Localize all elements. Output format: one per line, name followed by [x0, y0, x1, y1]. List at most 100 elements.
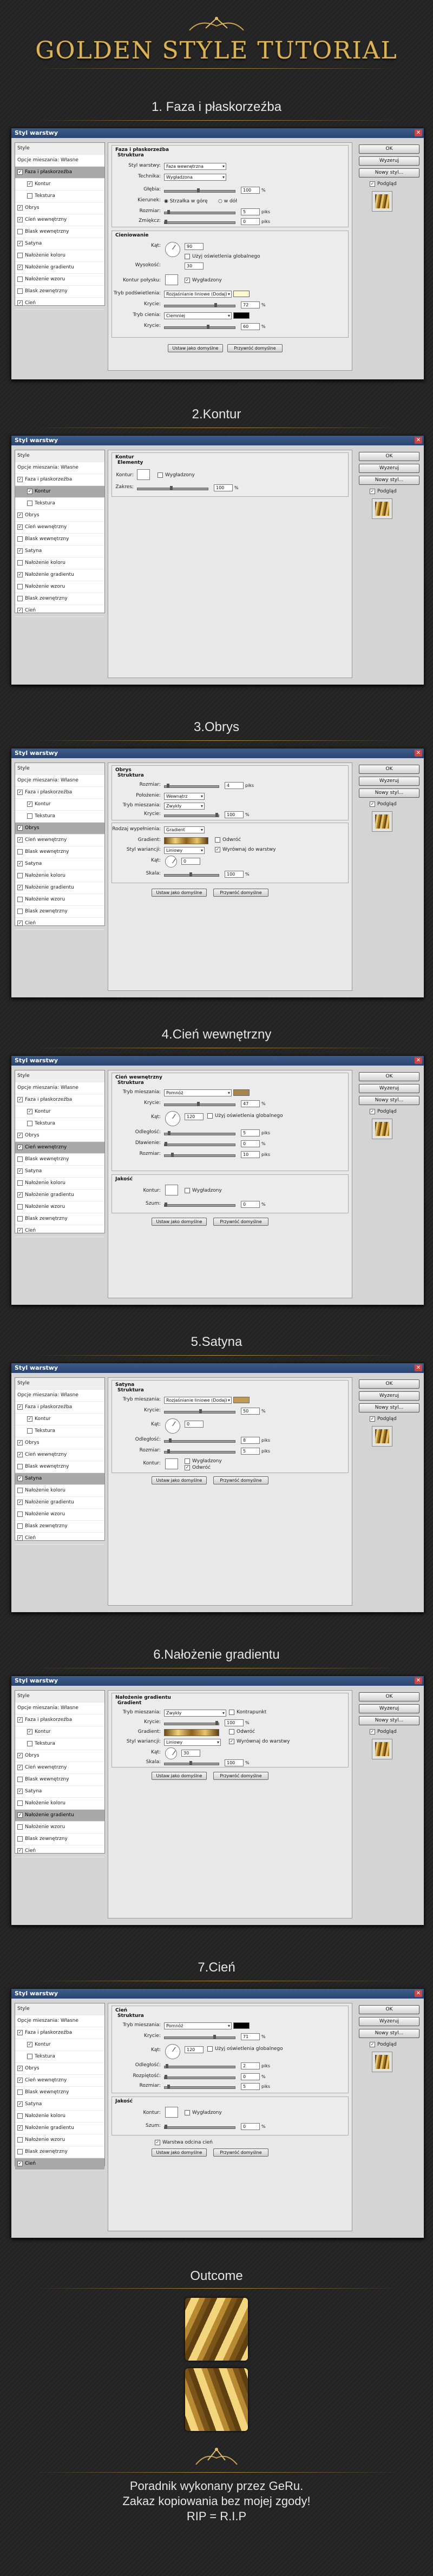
list-item[interactable]: ✓ Obrys: [15, 1130, 104, 1142]
preview-checkbox[interactable]: ✓ Podgląd: [370, 2041, 397, 2048]
opacity-input[interactable]: 100: [225, 1719, 244, 1726]
list-item[interactable]: ✓ Cień: [15, 2158, 104, 2170]
reset-default-button[interactable]: Przywróć domyślne: [227, 344, 283, 352]
opacity-slider[interactable]: [164, 1409, 235, 1414]
list-item[interactable]: ✓ Obrys: [15, 1437, 104, 1449]
list-item[interactable]: ✓ Cień wewnętrzny: [15, 2075, 104, 2087]
gloss-contour-icon[interactable]: [165, 274, 178, 285]
list-item[interactable]: ✓ Nałożenie gradientu: [15, 2122, 104, 2134]
list-item[interactable]: ✓ Kontur: [15, 799, 104, 811]
list-item[interactable]: ✓ Obrys: [15, 1750, 104, 1762]
depth-input[interactable]: 100: [241, 187, 260, 194]
reset-default-button[interactable]: Przywróć domyślne: [213, 1476, 268, 1484]
size-input[interactable]: 4: [225, 782, 244, 789]
new-style-button[interactable]: Nowy styl...: [359, 1716, 419, 1725]
blend-mode-dropdown[interactable]: Zwykły: [164, 1710, 226, 1717]
list-item[interactable]: Blask zewnętrzny: [15, 906, 104, 918]
list-item[interactable]: ✓ Satyna: [15, 858, 104, 870]
list-item[interactable]: Tekstura: [15, 498, 104, 510]
list-item[interactable]: ✓ Nałożenie gradientu: [15, 1810, 104, 1822]
list-item[interactable]: Nałożenie wzoru: [15, 894, 104, 906]
align-checkbox[interactable]: ✓ Wyrównaj do warstwy: [215, 846, 276, 853]
distance-slider[interactable]: [164, 1131, 235, 1135]
list-item[interactable]: ✓ Cień: [15, 298, 104, 310]
spread-input[interactable]: 0: [241, 2073, 260, 2080]
make-default-button[interactable]: Ustaw jako domyślne: [152, 1772, 207, 1780]
list-item[interactable]: Nałożenie koloru: [15, 1485, 104, 1497]
opacity-slider[interactable]: [164, 2035, 235, 2039]
list-item[interactable]: ✓ Faza i płaskorzeźba: [15, 1094, 104, 1106]
cancel-button[interactable]: Wyzeruj: [359, 1704, 419, 1713]
list-item[interactable]: Nałożenie wzoru: [15, 1509, 104, 1521]
list-item[interactable]: Tekstura: [15, 811, 104, 823]
make-default-button[interactable]: Ustaw jako domyślne: [152, 1218, 207, 1226]
angle-dial-icon[interactable]: [165, 242, 180, 257]
distance-slider[interactable]: [164, 2064, 235, 2068]
list-item[interactable]: ✓ Nałożenie gradientu: [15, 262, 104, 274]
list-item[interactable]: ✓ Satyna: [15, 1166, 104, 1178]
make-default-button[interactable]: Ustaw jako domyślne: [152, 2148, 207, 2157]
cancel-button[interactable]: Wyzeruj: [359, 1391, 419, 1401]
preview-checkbox[interactable]: ✓ Podgląd: [370, 1108, 397, 1115]
preview-checkbox[interactable]: ✓ Podgląd: [370, 1728, 397, 1736]
size-input[interactable]: 10: [241, 1151, 260, 1158]
reverse-checkbox[interactable]: Odwróć: [215, 836, 241, 844]
list-item[interactable]: ✓ Nałożenie gradientu: [15, 569, 104, 581]
list-item[interactable]: ✓ Nałożenie gradientu: [15, 1190, 104, 1201]
size-input[interactable]: 5: [241, 1448, 260, 1455]
opacity-slider[interactable]: [164, 1102, 235, 1106]
global-light-checkbox[interactable]: Użyj oświetlenia globalnego: [207, 2045, 283, 2053]
list-item[interactable]: Nałożenie wzoru: [15, 2134, 104, 2146]
choke-input[interactable]: 0: [241, 1140, 260, 1147]
global-light-checkbox[interactable]: Użyj oświetlenia globalnego: [185, 253, 260, 260]
preview-checkbox[interactable]: ✓ Podgląd: [370, 1415, 397, 1423]
checkbox-icon[interactable]: ✓: [17, 240, 23, 246]
reset-default-button[interactable]: Przywróć domyślne: [213, 2148, 268, 2157]
list-item[interactable]: Tekstura: [15, 1738, 104, 1750]
angle-input[interactable]: 90: [185, 243, 204, 250]
size-input[interactable]: 5: [241, 208, 260, 215]
invert-checkbox[interactable]: ✓ Odwróć: [185, 1464, 211, 1471]
list-item[interactable]: ✓ Satyna: [15, 238, 104, 250]
list-item[interactable]: ✓ Nałożenie gradientu: [15, 882, 104, 894]
size-slider[interactable]: [164, 1153, 235, 1157]
ok-button[interactable]: OK: [359, 765, 419, 774]
list-item[interactable]: Nałożenie koloru: [15, 1798, 104, 1810]
opacity-input[interactable]: 100: [225, 811, 244, 818]
highlight-mode-dropdown[interactable]: Rozjaśnianie liniowe (Dodaj): [164, 291, 232, 298]
list-item[interactable]: Blask wewnętrzny: [15, 1774, 104, 1786]
checkbox-icon[interactable]: [17, 276, 23, 282]
gradient-picker[interactable]: [164, 837, 208, 844]
highlight-opacity-input[interactable]: 72: [241, 301, 260, 308]
blend-mode-dropdown[interactable]: Zwykły: [164, 803, 205, 810]
opacity-slider[interactable]: [164, 1721, 219, 1725]
list-item[interactable]: Style: [15, 1070, 104, 1082]
blend-mode-dropdown[interactable]: Pomnóż: [164, 2022, 232, 2029]
angle-dial-icon[interactable]: [165, 1418, 180, 1434]
list-item[interactable]: Nałożenie wzoru: [15, 274, 104, 286]
list-item[interactable]: ✓ Obrys: [15, 823, 104, 834]
list-item[interactable]: Opcje mieszania: Własne: [15, 1082, 104, 1094]
reset-default-button[interactable]: Przywróć domyślne: [213, 1218, 268, 1226]
preview-checkbox[interactable]: ✓ Podgląd: [370, 488, 397, 495]
list-item[interactable]: ✓ Kontur: [15, 2039, 104, 2051]
checkbox-icon[interactable]: ✓: [17, 169, 23, 175]
ok-button[interactable]: OK: [359, 144, 419, 154]
ok-button[interactable]: OK: [359, 2005, 419, 2014]
list-item[interactable]: Style: [15, 2003, 104, 2015]
contour-icon[interactable]: [137, 469, 150, 480]
blend-mode-dropdown[interactable]: Pomnóż: [164, 1089, 232, 1096]
close-icon[interactable]: ✕: [415, 1057, 422, 1064]
angle-input[interactable]: 0: [181, 858, 200, 865]
new-style-button[interactable]: Nowy styl...: [359, 2029, 419, 2038]
list-item[interactable]: Opcje mieszania: Własne: [15, 2015, 104, 2027]
noise-input[interactable]: 0: [241, 2123, 260, 2130]
list-item[interactable]: Blask wewnętrzny: [15, 1154, 104, 1166]
list-item[interactable]: Blask wewnętrzny: [15, 846, 104, 858]
align-checkbox[interactable]: ✓ Wyrównaj do warstwy: [229, 1738, 290, 1745]
size-slider[interactable]: [164, 1449, 235, 1454]
antialias-checkbox[interactable]: Wygładzony: [185, 1187, 222, 1194]
angle-dial-icon[interactable]: [165, 856, 177, 868]
gradient-picker[interactable]: [164, 1729, 219, 1736]
close-icon[interactable]: ✕: [415, 129, 422, 136]
